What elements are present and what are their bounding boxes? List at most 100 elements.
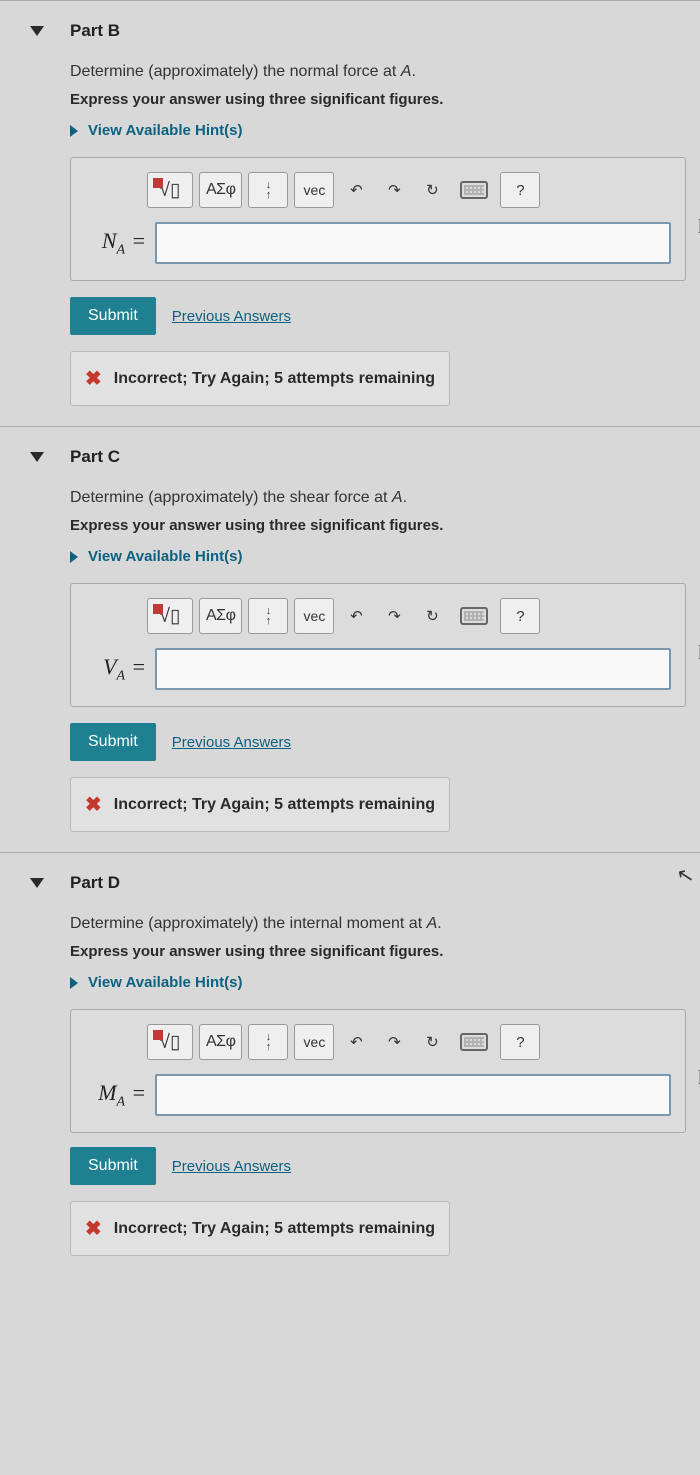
caret-down-icon: [30, 878, 44, 888]
part-d: Part D Determine (approximately) the int…: [0, 852, 700, 1276]
vec-button[interactable]: vec: [294, 172, 334, 208]
redo-button[interactable]: ↷: [378, 598, 410, 634]
part-b-title: Part B: [70, 21, 120, 41]
vec-label: vec: [304, 608, 326, 624]
part-c-header[interactable]: Part C: [0, 427, 700, 481]
vec-button[interactable]: vec: [294, 1024, 334, 1060]
keyboard-button[interactable]: [454, 598, 494, 634]
square-icon: [153, 178, 163, 188]
answer-input-d[interactable]: [155, 1074, 671, 1116]
prompt-text: Determine (approximately) the normal for…: [70, 63, 401, 80]
redo-button[interactable]: ↷: [378, 172, 410, 208]
part-c-body: Determine (approximately) the shear forc…: [0, 481, 700, 840]
part-c-title: Part C: [70, 447, 120, 467]
var-main: N: [102, 228, 117, 253]
part-d-header[interactable]: Part D: [0, 853, 700, 907]
view-hints-b[interactable]: View Available Hint(s): [70, 122, 686, 139]
var-sub: A: [117, 242, 126, 257]
templates-button[interactable]: √▯: [147, 598, 193, 634]
caret-right-icon: [70, 125, 78, 137]
submit-row-b: Submit Previous Answers: [70, 297, 686, 335]
prompt-var: A: [401, 63, 412, 80]
feedback-d: ✖ Incorrect; Try Again; 5 attempts remai…: [70, 1201, 450, 1256]
var-label-d: MA =: [85, 1080, 145, 1110]
answer-input-c[interactable]: [155, 648, 671, 690]
reset-icon: ↻: [426, 607, 439, 625]
reset-icon: ↻: [426, 181, 439, 199]
templates-button[interactable]: √▯: [147, 1024, 193, 1060]
view-hints-d[interactable]: View Available Hint(s): [70, 974, 686, 991]
redo-icon: ↷: [388, 181, 401, 199]
incorrect-icon: ✖: [85, 1216, 102, 1241]
caret-down-icon: [30, 452, 44, 462]
part-d-body: Determine (approximately) the internal m…: [0, 907, 700, 1264]
view-hints-c[interactable]: View Available Hint(s): [70, 548, 686, 565]
subscript-button[interactable]: ↓↑: [248, 1024, 288, 1060]
feedback-b: ✖ Incorrect; Try Again; 5 attempts remai…: [70, 351, 450, 406]
incorrect-icon: ✖: [85, 366, 102, 391]
submit-button-b[interactable]: Submit: [70, 297, 156, 335]
part-d-title: Part D: [70, 873, 120, 893]
undo-icon: ↶: [350, 181, 363, 199]
arrows-updown-icon: ↓↑: [266, 180, 272, 200]
square-icon: [153, 1030, 163, 1040]
caret-right-icon: [70, 977, 78, 989]
reset-button[interactable]: ↻: [416, 1024, 448, 1060]
greek-button[interactable]: ΑΣφ: [199, 598, 242, 634]
answer-box-c: √▯ ΑΣφ ↓↑ vec ↶ ↷ ↻ ? VA =: [70, 583, 686, 707]
keyboard-button[interactable]: [454, 172, 494, 208]
input-row-b: NA =: [85, 222, 671, 264]
reset-icon: ↻: [426, 1033, 439, 1051]
var-label-c: VA =: [85, 654, 145, 684]
previous-answers-d[interactable]: Previous Answers: [172, 1158, 291, 1175]
incorrect-icon: ✖: [85, 792, 102, 817]
vec-button[interactable]: vec: [294, 598, 334, 634]
subscript-button[interactable]: ↓↑: [248, 172, 288, 208]
help-button[interactable]: ?: [500, 172, 540, 208]
templates-button[interactable]: √▯: [147, 172, 193, 208]
undo-button[interactable]: ↶: [340, 598, 372, 634]
answer-wrap-c: √▯ ΑΣφ ↓↑ vec ↶ ↷ ↻ ? VA =: [70, 583, 686, 723]
feedback-text-b: Incorrect; Try Again; 5 attempts remaini…: [114, 370, 435, 388]
previous-answers-c[interactable]: Previous Answers: [172, 734, 291, 751]
part-b: Part B Determine (approximately) the nor…: [0, 0, 700, 426]
reset-button[interactable]: ↻: [416, 172, 448, 208]
prompt-text: Determine (approximately) the shear forc…: [70, 489, 392, 506]
answer-box-b: √▯ ΑΣφ ↓↑ vec ↶ ↷ ↻ ? NA =: [70, 157, 686, 281]
var-sub: A: [117, 1094, 126, 1109]
answer-input-b[interactable]: [155, 222, 671, 264]
greek-button[interactable]: ΑΣφ: [199, 1024, 242, 1060]
submit-button-d[interactable]: Submit: [70, 1147, 156, 1185]
reset-button[interactable]: ↻: [416, 598, 448, 634]
keyboard-icon: [460, 607, 488, 625]
undo-icon: ↶: [350, 1033, 363, 1051]
help-button[interactable]: ?: [500, 598, 540, 634]
prompt-text: Determine (approximately) the internal m…: [70, 915, 427, 932]
undo-button[interactable]: ↶: [340, 1024, 372, 1060]
caret-right-icon: [70, 551, 78, 563]
vec-label: vec: [304, 1034, 326, 1050]
part-b-header[interactable]: Part B: [0, 1, 700, 55]
submit-button-c[interactable]: Submit: [70, 723, 156, 761]
var-main: M: [98, 1080, 116, 1105]
redo-button[interactable]: ↷: [378, 1024, 410, 1060]
toolbar-d: √▯ ΑΣφ ↓↑ vec ↶ ↷ ↻ ?: [147, 1024, 671, 1060]
subscript-button[interactable]: ↓↑: [248, 598, 288, 634]
feedback-c: ✖ Incorrect; Try Again; 5 attempts remai…: [70, 777, 450, 832]
previous-answers-b[interactable]: Previous Answers: [172, 308, 291, 325]
undo-button[interactable]: ↶: [340, 172, 372, 208]
part-c: Part C Determine (approximately) the she…: [0, 426, 700, 852]
keyboard-button[interactable]: [454, 1024, 494, 1060]
vec-label: vec: [304, 182, 326, 198]
hints-link-text: View Available Hint(s): [88, 122, 243, 139]
greek-button[interactable]: ΑΣφ: [199, 172, 242, 208]
var-sub: A: [117, 668, 126, 683]
toolbar-b: √▯ ΑΣφ ↓↑ vec ↶ ↷ ↻ ?: [147, 172, 671, 208]
hints-link-text: View Available Hint(s): [88, 548, 243, 565]
var-label-b: NA =: [85, 228, 145, 258]
answer-box-d: √▯ ΑΣφ ↓↑ vec ↶ ↷ ↻ ? MA =: [70, 1009, 686, 1133]
help-button[interactable]: ?: [500, 1024, 540, 1060]
square-icon: [153, 604, 163, 614]
redo-icon: ↷: [388, 1033, 401, 1051]
prompt-var: A: [392, 489, 403, 506]
